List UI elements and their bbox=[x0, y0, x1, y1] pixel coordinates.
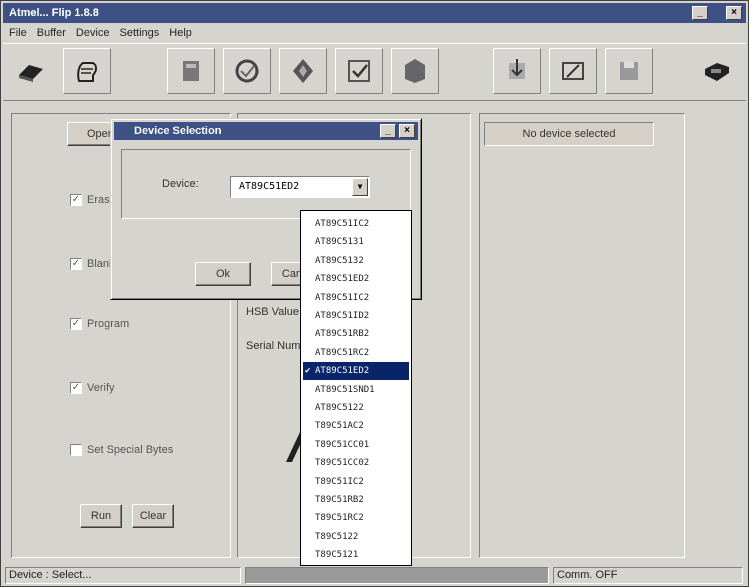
help-icon bbox=[705, 63, 729, 81]
chevron-down-icon[interactable]: ▼ bbox=[352, 178, 368, 196]
progress-bar bbox=[245, 567, 549, 584]
erase-check-box[interactable]: ✓ bbox=[70, 194, 82, 206]
device-option[interactable]: AT89C51RB2 bbox=[303, 325, 409, 343]
device-option[interactable]: AT89C5122 bbox=[303, 399, 409, 417]
ok-button[interactable]: Ok bbox=[195, 262, 251, 286]
tool-blank-check[interactable] bbox=[223, 48, 271, 94]
tool-glove[interactable] bbox=[63, 48, 111, 94]
buffer-panel: No device selected bbox=[479, 113, 685, 558]
device-option[interactable]: AT89C51IC2 bbox=[303, 215, 409, 233]
window-title: Atmel... Flip 1.8.8 bbox=[9, 7, 99, 19]
verify-check-box[interactable]: ✓ bbox=[70, 382, 82, 394]
program-label: Program bbox=[87, 318, 130, 330]
device-dropdown-list: AT89C51IC2 AT89C5131 AT89C5132 AT89C51ED2 AT… bbox=[300, 210, 412, 566]
verify-label: Verify bbox=[87, 382, 115, 394]
blank-check-icon bbox=[235, 59, 259, 83]
tool-load-buffer[interactable] bbox=[493, 48, 541, 94]
program-check-box[interactable]: ✓ bbox=[70, 318, 82, 330]
read-icon bbox=[405, 59, 425, 83]
status-bar: Device : Select... Comm. OFF bbox=[3, 565, 746, 585]
dialog-close-button[interactable]: × bbox=[399, 124, 415, 138]
menu-settings[interactable]: Settings bbox=[120, 27, 160, 39]
erase-checkbox[interactable]: ✓ Erase bbox=[70, 194, 116, 206]
device-option[interactable]: T89C51RB2 bbox=[303, 491, 409, 509]
menu-device[interactable]: Device bbox=[76, 27, 110, 39]
run-button[interactable]: Run bbox=[80, 504, 122, 528]
status-device: Device : Select... bbox=[5, 567, 241, 584]
hsb-label: HSB Value bbox=[246, 306, 299, 318]
device-option[interactable]: AT89C5131 bbox=[303, 233, 409, 251]
tool-edit-buffer[interactable] bbox=[549, 48, 597, 94]
device-select[interactable]: AT89C51ED2 ▼ bbox=[230, 176, 370, 198]
device-option[interactable]: AT89C51ED2 bbox=[303, 270, 409, 288]
device-label: Device: bbox=[162, 178, 199, 190]
menu-help[interactable]: Help bbox=[169, 27, 192, 39]
device-option[interactable]: AT89C5132 bbox=[303, 252, 409, 270]
set-special-bytes-label: Set Special Bytes bbox=[87, 444, 174, 456]
erase-icon bbox=[183, 61, 199, 81]
device-option[interactable]: AT89C51RC2 bbox=[303, 344, 409, 362]
device-option[interactable]: T89C51IC2 bbox=[303, 473, 409, 491]
tool-open[interactable] bbox=[7, 48, 55, 94]
tool-save-buffer[interactable] bbox=[605, 48, 653, 94]
menu-bar: File Buffer Device Settings Help bbox=[3, 24, 746, 42]
device-option[interactable]: T89C5121 bbox=[303, 546, 409, 564]
toolbar bbox=[3, 43, 746, 101]
set-special-bytes-box[interactable] bbox=[70, 444, 82, 456]
device-option[interactable]: T89C51CC01 bbox=[303, 436, 409, 454]
device-option[interactable]: T89C51CC02 bbox=[303, 454, 409, 472]
device-option[interactable]: T89C51AC2 bbox=[303, 417, 409, 435]
verify-checkbox[interactable]: ✓ Verify bbox=[70, 382, 115, 394]
device-option[interactable]: AT89C51SND1 bbox=[303, 381, 409, 399]
status-comm: Comm. OFF bbox=[553, 567, 743, 584]
menu-buffer[interactable]: Buffer bbox=[37, 27, 66, 39]
menu-file[interactable]: File bbox=[9, 27, 27, 39]
close-button[interactable]: × bbox=[726, 6, 742, 20]
dialog-title-bar: Device Selection _ × bbox=[114, 122, 418, 140]
set-special-bytes-checkbox[interactable]: Set Special Bytes bbox=[70, 444, 173, 456]
clear-button[interactable]: Clear bbox=[132, 504, 174, 528]
blank-check-box[interactable]: ✓ bbox=[70, 258, 82, 270]
device-status-label: No device selected bbox=[484, 122, 654, 146]
minimize-button[interactable]: _ bbox=[692, 6, 708, 20]
tool-erase[interactable] bbox=[167, 48, 215, 94]
device-option[interactable]: AT89C51IC2 bbox=[303, 289, 409, 307]
tool-help[interactable] bbox=[693, 48, 741, 94]
device-select-value: AT89C51ED2 bbox=[239, 181, 300, 192]
program-checkbox[interactable]: ✓ Program bbox=[70, 318, 129, 330]
open-icon bbox=[19, 65, 43, 82]
program-icon bbox=[293, 59, 313, 83]
save-buffer-icon bbox=[620, 62, 638, 80]
device-option[interactable]: AT89C51ED2 bbox=[303, 362, 409, 381]
device-option[interactable]: AT89C51ID2 bbox=[303, 307, 409, 325]
glove-icon bbox=[77, 62, 97, 82]
dialog-minimize-button[interactable]: _ bbox=[380, 124, 396, 138]
device-option[interactable]: T89C51RC2 bbox=[303, 509, 409, 527]
load-buffer-icon bbox=[509, 59, 525, 79]
title-bar: Atmel... Flip 1.8.8 _ × bbox=[3, 3, 746, 23]
tool-verify[interactable] bbox=[335, 48, 383, 94]
device-option[interactable]: T89C5122 bbox=[303, 528, 409, 546]
dialog-title: Device Selection bbox=[134, 125, 222, 137]
tool-read[interactable] bbox=[391, 48, 439, 94]
edit-buffer-icon bbox=[562, 62, 584, 80]
tool-program[interactable] bbox=[279, 48, 327, 94]
verify-icon bbox=[348, 60, 370, 82]
